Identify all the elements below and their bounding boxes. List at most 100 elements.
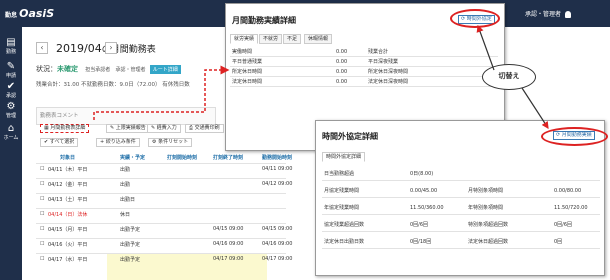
- panel2-title: 時間外協定詳細: [322, 132, 378, 141]
- row-value: 0.00: [336, 79, 348, 85]
- summary-line: 残業合計：31.00 不就勤務日数：9.0日（72.00） 有休残日数: [36, 82, 190, 88]
- row-label: 法定休日深夜時間: [368, 79, 409, 85]
- row-divider: [36, 238, 286, 239]
- col-date: 対象日: [60, 155, 76, 161]
- table-cell: 出勤予定: [120, 257, 141, 263]
- print-icon: ⎙: [189, 125, 194, 131]
- row-divider: [36, 163, 286, 164]
- user-menu[interactable]: 承認・管理者: [525, 9, 572, 18]
- select-all-button[interactable]: ✔ すべて選択: [40, 138, 79, 147]
- reset-filter-button[interactable]: ⚙ 条件リセット: [148, 138, 193, 147]
- col-start: 打刻開始時刻: [167, 155, 198, 161]
- row-checkbox[interactable]: ☐: [40, 241, 44, 247]
- next-month-button[interactable]: ›: [105, 42, 117, 54]
- check-icon: ✔: [6, 81, 16, 92]
- panel1-row: 所定休日時間 0.00 所定休日深夜時間: [230, 67, 498, 77]
- row-value: 0.00: [336, 69, 348, 75]
- logo[interactable]: 勤怠 OasiS: [5, 7, 54, 20]
- row-checkbox[interactable]: ☐: [40, 226, 44, 232]
- row-label: 協定残業超過回数: [324, 222, 365, 228]
- check-icon: ✔: [44, 139, 49, 145]
- row-label: 年特別条項時間: [468, 205, 504, 211]
- table-cell: 04/17 09:00: [262, 256, 293, 262]
- row-checkbox[interactable]: ☐: [40, 211, 44, 217]
- table-cell: 04/11（木）平日: [48, 167, 88, 173]
- row-value: 0.00/80.00: [554, 188, 582, 194]
- row-value: 0回: [554, 239, 563, 245]
- monthly-detail-button[interactable]: ▦ 月間勤務表詳細: [40, 124, 90, 133]
- user-icon: [565, 11, 572, 18]
- row-divider: [36, 208, 286, 209]
- table-cell: 04/17 09:00: [213, 256, 244, 262]
- tab-work-record[interactable]: 就労実績: [230, 34, 259, 44]
- panel1-row: 平日普通残業 0.00 平日深夜残業: [230, 57, 498, 67]
- row-label: 法定休日出勤日数: [324, 239, 365, 245]
- row-label: 所定休日時間: [232, 69, 263, 75]
- row-label: 法定休日超過回数: [468, 239, 509, 245]
- row-checkbox[interactable]: ☐: [40, 166, 44, 172]
- row-label: 年協定残業時間: [324, 205, 360, 211]
- row-value: 11.50/720.00: [554, 205, 588, 211]
- table-cell: 04/17（水）平日: [48, 257, 88, 263]
- table-cell: 04/12（金）平日: [48, 182, 88, 188]
- row-value: 0回/18回: [410, 239, 432, 245]
- panel1-title: 月間勤務実績詳細: [232, 16, 296, 25]
- row-checkbox[interactable]: ☐: [40, 196, 44, 202]
- table-cell: 04/15 09:00: [262, 226, 293, 232]
- row-label: 平日深夜残業: [368, 59, 399, 65]
- nav-request[interactable]: ✎ 申請: [2, 62, 20, 80]
- table-cell: 04/13（土）平日: [48, 197, 88, 203]
- prev-month-button[interactable]: ‹: [36, 42, 48, 54]
- gear-icon: ⚙: [152, 139, 157, 145]
- tab-overtime-detail[interactable]: 時間外協定詳細: [322, 152, 366, 162]
- expense-button[interactable]: ✎ 経費入力: [147, 124, 181, 133]
- row-value: 11.50/360.00: [410, 205, 444, 211]
- plus-icon: +: [100, 139, 105, 145]
- comment-box[interactable]: 勤務表コメント: [36, 107, 216, 125]
- tab-shortage[interactable]: 不足: [283, 34, 302, 44]
- switch-callout: 切替え: [482, 64, 536, 90]
- nav-attendance[interactable]: ▤ 勤務: [2, 37, 20, 56]
- row-label: 日当勤務超過: [324, 171, 355, 177]
- nav-admin[interactable]: ⚙ 管理: [2, 102, 20, 120]
- pen-icon: ✎: [151, 125, 156, 131]
- panel2-row: 協定残業超過回数 0回/6回 特別条項超過回数 0回/6回: [322, 218, 600, 232]
- annotation-ellipse-2: [541, 127, 608, 146]
- row-label: 平日普通残業: [232, 59, 263, 65]
- row-divider: [36, 253, 286, 254]
- row-value: 0回/6回: [554, 222, 573, 228]
- table-icon: ▤: [6, 37, 16, 48]
- transport-print-button[interactable]: ⎙ 交通費印刷: [185, 124, 224, 133]
- row-value: 0回/6回: [410, 222, 429, 228]
- table-cell: 04/16 09:00: [262, 241, 293, 247]
- row-label: 所定休日深夜時間: [368, 69, 409, 75]
- table-cell: 出勤予定: [120, 242, 141, 248]
- tab-absence[interactable]: 不就労: [259, 34, 283, 44]
- panel1-row: 法定休日時間 0.00 法定休日深夜時間: [230, 77, 498, 87]
- row-checkbox[interactable]: ☐: [40, 256, 44, 262]
- panel2-row: 日当勤務超過 0日(8.00): [322, 167, 600, 181]
- table-cell: 04/14（日）法休: [48, 212, 88, 218]
- annotation-ellipse-1: [450, 9, 500, 28]
- filter-button[interactable]: + 絞り込み条件: [96, 138, 140, 147]
- row-label: 実働時間: [232, 49, 253, 55]
- row-label: 月特別条項時間: [468, 188, 504, 194]
- tab-leave[interactable]: 休暇情報: [304, 34, 333, 44]
- nav-approval[interactable]: ✔ 承認: [2, 81, 20, 100]
- table-cell: 04/16 09:00: [213, 241, 244, 247]
- table-cell: 出勤日: [120, 197, 136, 203]
- panel2-row: 月協定残業時間 0.00/45.00 月特別条項時間 0.00/80.00: [322, 184, 600, 198]
- table-cell: 休日: [120, 212, 131, 218]
- status-value: 未確定: [57, 65, 78, 73]
- row-divider: [36, 223, 286, 224]
- table-cell: 出勤予定: [120, 227, 141, 233]
- row-checkbox[interactable]: ☐: [40, 181, 44, 187]
- panel2-row: 年協定残業時間 11.50/360.00 年特別条項時間 11.50/720.00: [322, 201, 600, 215]
- row-label: 法定休日時間: [232, 79, 263, 85]
- row-value: 0.00: [336, 49, 348, 55]
- nav-home[interactable]: ⌂ ホーム: [2, 124, 20, 142]
- route-detail-button[interactable]: ルート詳細: [149, 65, 181, 74]
- row-divider: [36, 178, 286, 179]
- extra-report-button[interactable]: ✎ 上限実績報告: [106, 124, 150, 133]
- table-cell: 出勤: [120, 167, 131, 173]
